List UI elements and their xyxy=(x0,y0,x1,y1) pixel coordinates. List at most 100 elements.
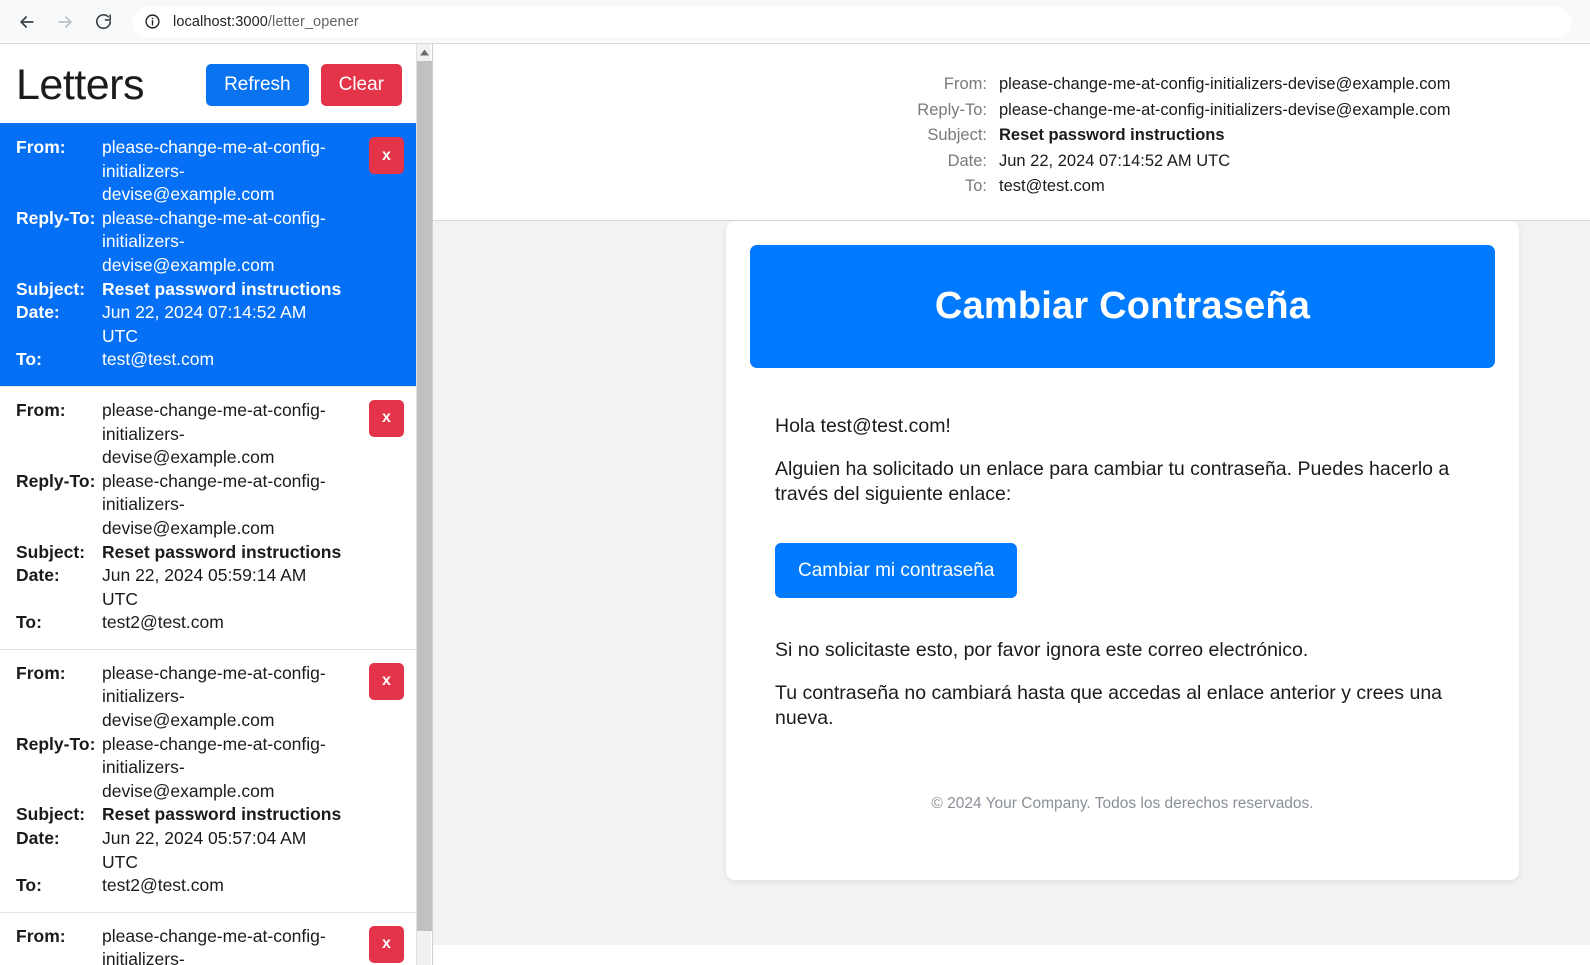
email-ignore-note: Si no solicitaste esto, por favor ignora… xyxy=(775,638,1309,661)
letter-date-row: Date: Jun 22, 2024 07:14:52 AM UTC xyxy=(16,301,402,348)
preview-header-date: Date: Jun 22, 2024 07:14:52 AM UTC xyxy=(433,149,1590,175)
preview-reply-to-label: Reply-To: xyxy=(917,100,987,119)
reload-button[interactable] xyxy=(86,5,120,39)
letter-to-row: To: test2@test.com xyxy=(16,874,402,898)
letter-subject-value: Reset password instructions xyxy=(102,541,342,562)
preview-header-from: From: please-change-me-at-config-initial… xyxy=(433,72,1590,98)
letters-scroll-area: Letters Refresh Clear From: please-change… xyxy=(0,44,418,965)
clear-button[interactable]: Clear xyxy=(320,64,402,106)
page-title: Letters xyxy=(16,60,144,109)
letter-to-label: To: xyxy=(16,612,42,633)
letter-from-label: From: xyxy=(16,137,66,157)
forward-button[interactable] xyxy=(48,5,82,39)
preview-subject-value: Reset password instructions xyxy=(999,126,1225,144)
delete-letter-button[interactable]: x xyxy=(369,399,404,437)
letter-from-row: From: please-change-me-at-config-initiali… xyxy=(16,925,402,965)
letter-to-value: test2@test.com xyxy=(102,612,224,633)
letter-date-row: Date: Jun 22, 2024 05:59:14 AM UTC xyxy=(16,564,402,611)
preview-header-subject: Subject: Reset password instructions xyxy=(433,123,1590,149)
preview-date-value: Jun 22, 2024 07:14:52 AM UTC xyxy=(999,151,1231,170)
delete-letter-button[interactable]: x xyxy=(369,925,404,963)
email-card-body: Hola test@test.com! Alguien ha solicitad… xyxy=(750,368,1495,880)
letter-reply-to-row: Reply-To: please-change-me-at-config-init… xyxy=(16,470,402,541)
preview-from-label: From: xyxy=(943,75,987,93)
info-circle-icon[interactable] xyxy=(144,13,161,30)
email-unchanged-note: Tu contraseña no cambiará hasta que acce… xyxy=(775,681,1443,729)
letter-list-item[interactable]: From: please-change-me-at-config-initiali… xyxy=(0,385,418,650)
letter-subject-row: Subject: Reset password instructions xyxy=(16,541,402,565)
letter-to-row: To: test@test.com xyxy=(16,348,402,372)
reload-icon xyxy=(94,12,113,31)
change-password-button[interactable]: Cambiar mi contraseña xyxy=(775,542,1018,598)
letter-reply-to-row: Reply-To: please-change-me-at-config-init… xyxy=(16,207,402,278)
preview-subject-label: Subject: xyxy=(927,126,987,144)
back-arrow-icon xyxy=(17,12,37,32)
letters-scrollbar[interactable] xyxy=(416,44,432,965)
email-banner: Cambiar Contraseña xyxy=(750,244,1495,368)
address-bar[interactable]: localhost:3000/letter_opener xyxy=(132,6,1572,37)
letters-actions: Refresh Clear xyxy=(206,64,402,106)
back-button[interactable] xyxy=(10,5,44,39)
letter-date-label: Date: xyxy=(16,565,60,586)
letter-from-value: please-change-me-at-config-initializers-… xyxy=(102,925,326,965)
preview-header-to: To: test@test.com xyxy=(433,174,1590,200)
letter-reply-to-value: please-change-me-at-config-initializers-… xyxy=(102,470,326,538)
letters-list: From: please-change-me-at-config-initiali… xyxy=(0,123,418,965)
scrollbar-thumb[interactable] xyxy=(417,61,432,931)
browser-toolbar: localhost:3000/letter_opener xyxy=(0,0,1590,44)
letter-from-label: From: xyxy=(16,925,66,946)
email-intro-text: Alguien ha solicitado un enlace para cam… xyxy=(775,457,1450,505)
letter-subject-label: Subject: xyxy=(16,278,86,299)
letter-subject-label: Subject: xyxy=(16,541,86,562)
letter-subject-value: Reset password instructions xyxy=(102,804,342,825)
letter-date-row: Date: Jun 22, 2024 05:57:04 AM UTC xyxy=(16,827,402,874)
scroll-up-arrow-icon[interactable] xyxy=(417,44,431,61)
letter-to-label: To: xyxy=(16,349,42,370)
letter-from-row: From: please-change-me-at-config-initiali… xyxy=(16,136,402,207)
delete-letter-button[interactable]: x xyxy=(369,662,404,700)
letter-date-value: Jun 22, 2024 07:14:52 AM UTC xyxy=(102,302,307,346)
letter-reply-to-value: please-change-me-at-config-initializers-… xyxy=(102,733,326,801)
letter-from-row: From: please-change-me-at-config-initiali… xyxy=(16,399,402,470)
letter-to-value: test2@test.com xyxy=(102,875,224,896)
preview-to-label: To: xyxy=(964,177,987,195)
url-host: localhost:3000 xyxy=(173,13,268,30)
letter-from-row: From: please-change-me-at-config-initiali… xyxy=(16,662,402,733)
forward-arrow-icon xyxy=(55,12,75,32)
letter-date-value: Jun 22, 2024 05:57:04 AM UTC xyxy=(102,828,307,872)
delete-letter-button[interactable]: x xyxy=(369,137,404,174)
letter-to-row: To: test2@test.com xyxy=(16,611,402,635)
preview-headers: From: please-change-me-at-config-initial… xyxy=(433,44,1590,221)
email-greeting: Hola test@test.com! xyxy=(775,414,951,437)
email-card: Cambiar Contraseña Hola test@test.com! A… xyxy=(726,220,1519,880)
preview-date-label: Date: xyxy=(947,151,987,170)
letter-date-label: Date: xyxy=(16,828,60,849)
letter-subject-label: Subject: xyxy=(16,804,86,825)
letter-reply-to-label: Reply-To: xyxy=(16,207,96,228)
letter-to-label: To: xyxy=(16,875,42,896)
email-body-area: Cambiar Contraseña Hola test@test.com! A… xyxy=(433,220,1590,945)
letter-subject-value: Reset password instructions xyxy=(102,278,342,299)
letter-from-label: From: xyxy=(16,399,66,420)
letters-sidebar: Letters Refresh Clear From: please-change… xyxy=(0,44,433,965)
preview-from-value: please-change-me-at-config-initializers-… xyxy=(999,75,1451,93)
url-path: /letter_opener xyxy=(267,13,359,30)
letter-from-label: From: xyxy=(16,662,66,683)
letter-subject-row: Subject: Reset password instructions xyxy=(16,803,402,827)
address-bar-url: localhost:3000/letter_opener xyxy=(173,14,359,30)
letter-reply-to-label: Reply-To: xyxy=(16,733,96,754)
letter-preview-pane: From: please-change-me-at-config-initial… xyxy=(433,44,1590,965)
letter-list-item[interactable]: From: please-change-me-at-config-initiali… xyxy=(0,911,418,965)
preview-to-value: test@test.com xyxy=(999,177,1105,195)
letter-date-value: Jun 22, 2024 05:59:14 AM UTC xyxy=(102,565,307,609)
letter-list-item[interactable]: From: please-change-me-at-config-initiali… xyxy=(0,648,418,913)
letters-header: Letters Refresh Clear xyxy=(0,44,418,124)
letter-list-item[interactable]: From: please-change-me-at-config-initiali… xyxy=(0,123,418,387)
refresh-button[interactable]: Refresh xyxy=(206,64,309,106)
app-page: Letters Refresh Clear From: please-change… xyxy=(0,44,1590,965)
letter-subject-row: Subject: Reset password instructions xyxy=(16,278,402,302)
preview-header-reply-to: Reply-To: please-change-me-at-config-ini… xyxy=(433,98,1590,124)
email-footer: © 2024 Your Company. Todos los derechos … xyxy=(931,794,1314,812)
cta-wrapper: Cambiar mi contraseña xyxy=(775,542,1470,598)
letter-from-value: please-change-me-at-config-initializers-… xyxy=(102,137,326,205)
